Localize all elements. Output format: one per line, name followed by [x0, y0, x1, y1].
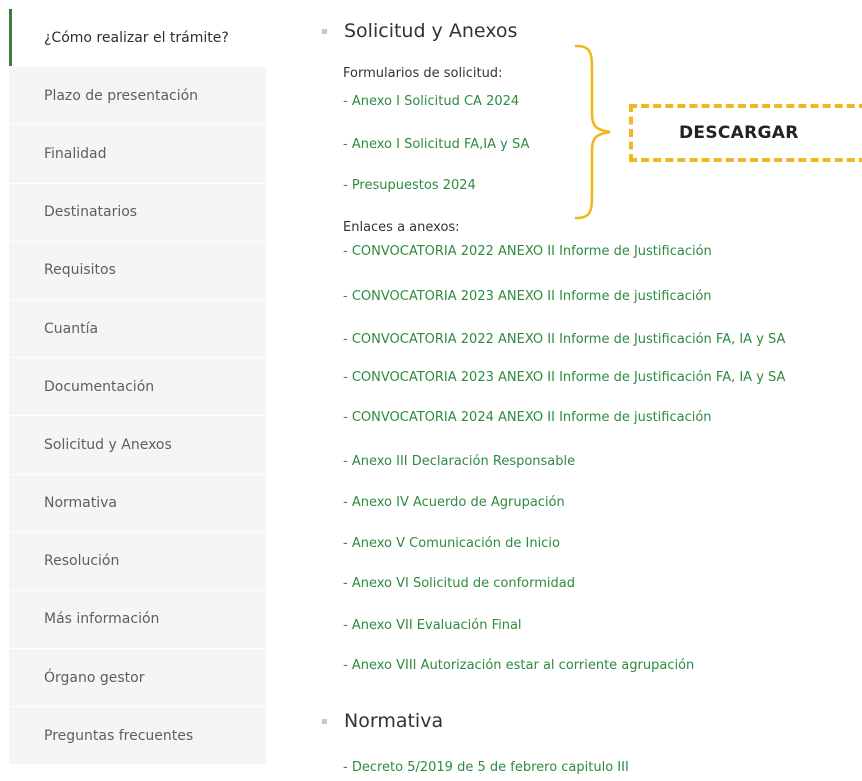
link-anexo-ii-2022-fa-ia-sa[interactable]: - CONVOCATORIA 2022 ANEXO II Informe de … [343, 332, 785, 347]
sidebar-item-label: ¿Cómo realizar el trámite? [44, 29, 229, 46]
section-heading-normativa: Normativa [322, 710, 443, 732]
sidebar-item-label: Órgano gestor [44, 669, 145, 686]
section-title: Solicitud y Anexos [344, 20, 518, 42]
link-decreto-5-2019[interactable]: - Decreto 5/2019 de 5 de febrero capitul… [343, 760, 629, 775]
sidebar-item-destinatarios[interactable]: Destinatarios [9, 184, 266, 242]
enlaces-label: Enlaces a anexos: [343, 220, 460, 235]
link-anexo-i-fa-ia-sa[interactable]: - Anexo I Solicitud FA,IA y SA [343, 137, 529, 152]
link-anexo-v[interactable]: - Anexo V Comunicación de Inicio [343, 536, 560, 551]
link-anexo-i-ca-2024[interactable]: - Anexo I Solicitud CA 2024 [343, 94, 519, 109]
sidebar-item-documentacion[interactable]: Documentación [9, 358, 266, 417]
link-anexo-vii[interactable]: - Anexo VII Evaluación Final [343, 618, 522, 633]
sidebar-item-solicitud-anexos[interactable]: Solicitud y Anexos [9, 416, 266, 475]
sidebar-item-label: Más información [44, 611, 160, 628]
sidebar-item-label: Plazo de presentación [44, 87, 199, 104]
curly-brace-icon [574, 44, 611, 220]
sidebar-item-normativa[interactable]: Normativa [9, 475, 266, 533]
section-heading-solicitud: Solicitud y Anexos [322, 20, 517, 42]
formularios-label: Formularios de solicitud: [343, 66, 503, 81]
section-title: Normativa [344, 710, 444, 732]
download-callout: DESCARGAR [629, 104, 862, 162]
link-anexo-iii[interactable]: - Anexo III Declaración Responsable [343, 454, 575, 469]
link-anexo-iv[interactable]: - Anexo IV Acuerdo de Agrupación [343, 495, 565, 510]
sidebar-item-label: Resolución [44, 553, 120, 570]
sidebar-item-organo-gestor[interactable]: Órgano gestor [9, 649, 266, 708]
link-anexo-ii-2023[interactable]: - CONVOCATORIA 2023 ANEXO II Informe de … [343, 289, 712, 304]
link-presupuestos-2024[interactable]: - Presupuestos 2024 [343, 178, 476, 193]
page: ¿Cómo realizar el trámite? Plazo de pres… [0, 0, 862, 781]
sidebar-item-cuantia[interactable]: Cuantía [9, 300, 266, 359]
link-anexo-ii-2023-fa-ia-sa[interactable]: - CONVOCATORIA 2023 ANEXO II Informe de … [343, 370, 785, 385]
link-anexo-ii-2024[interactable]: - CONVOCATORIA 2024 ANEXO II Informe de … [343, 410, 712, 425]
sidebar-item-label: Preguntas frecuentes [44, 727, 194, 744]
sidebar-item-label: Solicitud y Anexos [44, 436, 172, 453]
sidebar-item-label: Documentación [44, 378, 155, 395]
link-anexo-viii[interactable]: - Anexo VIII Autorización estar al corri… [343, 658, 694, 673]
sidebar-item-resolucion[interactable]: Resolución [9, 533, 266, 591]
sidebar-nav: ¿Cómo realizar el trámite? Plazo de pres… [9, 9, 266, 766]
sidebar-item-label: Requisitos [44, 262, 116, 279]
link-anexo-vi[interactable]: - Anexo VI Solicitud de conformidad [343, 576, 575, 591]
square-bullet-icon [322, 718, 327, 724]
sidebar-item-label: Destinatarios [44, 204, 138, 221]
sidebar-item-mas-informacion[interactable]: Más información [9, 591, 266, 650]
sidebar-item-requisitos[interactable]: Requisitos [9, 242, 266, 300]
sidebar-item-como-realizar[interactable]: ¿Cómo realizar el trámite? [9, 9, 266, 68]
sidebar-item-plazo[interactable]: Plazo de presentación [9, 67, 266, 126]
sidebar-item-preguntas-frecuentes[interactable]: Preguntas frecuentes [9, 707, 266, 766]
sidebar-item-label: Normativa [44, 495, 118, 512]
sidebar-item-label: Cuantía [44, 320, 99, 337]
link-anexo-ii-2022[interactable]: - CONVOCATORIA 2022 ANEXO II Informe de … [343, 244, 712, 259]
download-label: DESCARGAR [679, 123, 799, 143]
square-bullet-icon [322, 28, 327, 34]
sidebar-item-finalidad[interactable]: Finalidad [9, 125, 266, 184]
sidebar-item-label: Finalidad [44, 145, 107, 162]
